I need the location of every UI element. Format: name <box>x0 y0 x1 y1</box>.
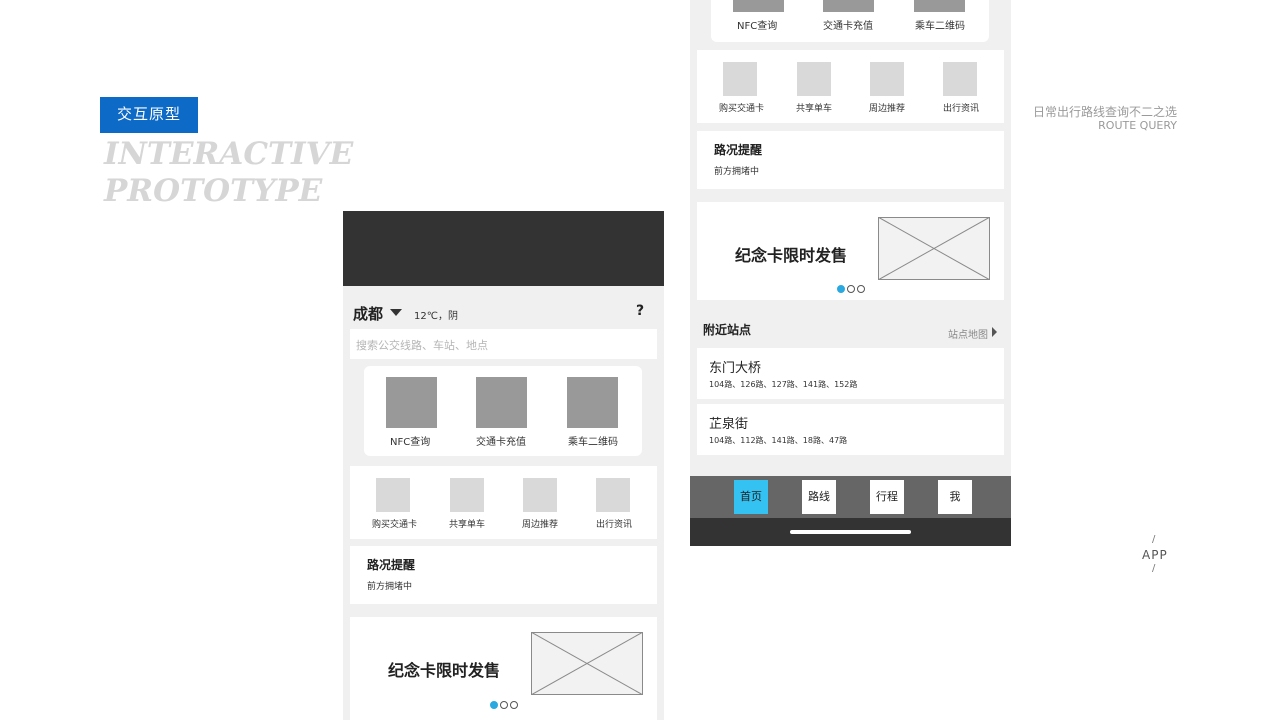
bottom-tab-bar: 首页 路线 行程 我 <box>690 476 1011 518</box>
traffic-alert-text: 前方拥堵中 <box>714 167 760 177</box>
chevron-down-icon[interactable] <box>390 309 402 316</box>
promo-title: 纪念卡限时发售 <box>735 246 848 265</box>
qr-code-icon[interactable] <box>914 0 965 12</box>
card-recharge-icon[interactable] <box>823 0 874 12</box>
station-name: 东门大桥 <box>709 361 762 376</box>
bike-share-label[interactable]: 共享单车 <box>449 517 485 530</box>
buy-card-label[interactable]: 购买交通卡 <box>719 101 764 114</box>
card-recharge-icon[interactable] <box>476 377 527 428</box>
station-item[interactable]: 芷泉街 104路、112路、141路、18路、47路 <box>697 404 1004 455</box>
card-recharge-label[interactable]: 交通卡充值 <box>823 17 873 32</box>
station-routes: 104路、126路、127路、141路、152路 <box>709 380 858 389</box>
nearby-recommend-label[interactable]: 周边推荐 <box>869 101 905 114</box>
subtitle-cn: 日常出行路线查询不二之选 <box>1032 105 1177 119</box>
home-indicator-bar <box>690 518 1011 546</box>
phone-screen-home: 成都 12℃，阴 ? 搜索公交线路、车站、地点 NFC查询 交通卡充值 乘车二维… <box>343 211 664 720</box>
travel-news-label[interactable]: 出行资讯 <box>596 517 632 530</box>
chevron-right-icon[interactable] <box>992 327 997 337</box>
sub-actions-card: 购买交通卡 共享单车 周边推荐 出行资讯 <box>350 466 657 539</box>
buy-card-icon[interactable] <box>376 478 410 512</box>
traffic-alert-card[interactable]: 路况提醒 前方拥堵中 <box>697 131 1004 189</box>
bike-share-icon[interactable] <box>797 62 831 96</box>
nfc-query-icon[interactable] <box>733 0 784 12</box>
app-slash-bottom: / <box>1152 563 1156 574</box>
main-actions-card: NFC查询 交通卡充值 乘车二维码 <box>364 366 642 456</box>
carousel-dot-2[interactable] <box>500 701 508 709</box>
station-map-link[interactable]: 站点地图 <box>948 326 988 341</box>
tab-trips[interactable]: 行程 <box>870 480 904 514</box>
bike-share-label[interactable]: 共享单车 <box>796 101 832 114</box>
carousel-dot-1[interactable] <box>837 285 845 293</box>
station-routes: 104路、112路、141路、18路、47路 <box>709 436 848 445</box>
help-icon[interactable]: ? <box>636 303 644 319</box>
station-name: 芷泉街 <box>709 417 749 432</box>
status-bar <box>343 211 664 286</box>
carousel-dot-3[interactable] <box>510 701 518 709</box>
promo-banner[interactable]: 纪念卡限时发售 <box>697 202 1004 300</box>
search-input[interactable]: 搜索公交线路、车站、地点 <box>350 329 657 359</box>
section-tag: 交互原型 <box>100 97 198 133</box>
section-title-line2: PROTOTYPE <box>104 173 323 209</box>
app-slash-top: / <box>1152 534 1156 545</box>
nfc-query-label[interactable]: NFC查询 <box>390 433 430 448</box>
travel-news-label[interactable]: 出行资讯 <box>943 101 979 114</box>
promo-banner[interactable]: 纪念卡限时发售 <box>350 617 657 720</box>
subtitle-en: ROUTE QUERY <box>1098 119 1177 132</box>
phone-screen-home-scrolled: NFC查询 交通卡充值 乘车二维码 购买交通卡 共享单车 周边推荐 出行资讯 路… <box>690 0 1011 546</box>
home-indicator[interactable] <box>790 530 911 534</box>
carousel-dot-1[interactable] <box>490 701 498 709</box>
travel-news-icon[interactable] <box>943 62 977 96</box>
nearby-recommend-icon[interactable] <box>523 478 557 512</box>
main-actions-card: NFC查询 交通卡充值 乘车二维码 <box>711 0 989 42</box>
image-placeholder-icon <box>531 632 643 695</box>
section-title-line1: INTERACTIVE <box>104 136 354 172</box>
nfc-query-icon[interactable] <box>386 377 437 428</box>
tab-home[interactable]: 首页 <box>734 480 768 514</box>
carousel-dot-3[interactable] <box>857 285 865 293</box>
buy-card-label[interactable]: 购买交通卡 <box>372 517 417 530</box>
city-selector[interactable]: 成都 <box>353 303 383 324</box>
station-item[interactable]: 东门大桥 104路、126路、127路、141路、152路 <box>697 348 1004 399</box>
tab-me[interactable]: 我 <box>938 480 972 514</box>
nearby-stations-title: 附近站点 <box>703 323 752 337</box>
tab-routes[interactable]: 路线 <box>802 480 836 514</box>
traffic-alert-text: 前方拥堵中 <box>367 582 413 592</box>
traffic-alert-title: 路况提醒 <box>367 558 416 572</box>
card-recharge-label[interactable]: 交通卡充值 <box>476 433 526 448</box>
buy-card-icon[interactable] <box>723 62 757 96</box>
search-placeholder: 搜索公交线路、车站、地点 <box>356 339 488 352</box>
qr-code-label[interactable]: 乘车二维码 <box>915 17 965 32</box>
traffic-alert-card[interactable]: 路况提醒 前方拥堵中 <box>350 546 657 604</box>
nearby-recommend-label[interactable]: 周边推荐 <box>522 517 558 530</box>
carousel-dot-2[interactable] <box>847 285 855 293</box>
app-label: APP <box>1142 548 1168 562</box>
travel-news-icon[interactable] <box>596 478 630 512</box>
weather-text: 12℃，阴 <box>414 311 458 322</box>
promo-title: 纪念卡限时发售 <box>388 661 501 680</box>
qr-code-icon[interactable] <box>567 377 618 428</box>
nearby-recommend-icon[interactable] <box>870 62 904 96</box>
image-placeholder-icon <box>878 217 990 280</box>
qr-code-label[interactable]: 乘车二维码 <box>568 433 618 448</box>
traffic-alert-title: 路况提醒 <box>714 143 763 157</box>
bike-share-icon[interactable] <box>450 478 484 512</box>
sub-actions-card: 购买交通卡 共享单车 周边推荐 出行资讯 <box>697 50 1004 123</box>
nfc-query-label[interactable]: NFC查询 <box>737 17 777 32</box>
